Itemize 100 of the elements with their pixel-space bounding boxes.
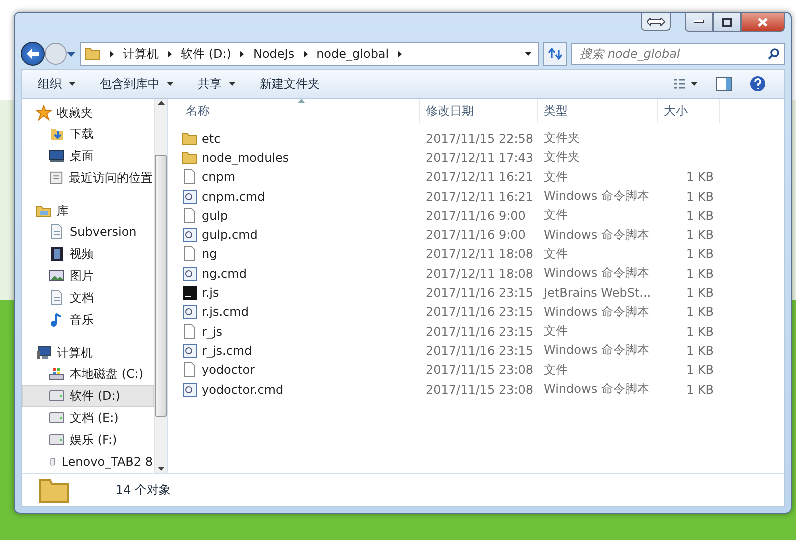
history-caret-icon[interactable] (67, 52, 76, 56)
snap-button[interactable] (641, 13, 671, 31)
preview-pane-icon[interactable] (716, 77, 732, 91)
file-name[interactable]: cnpm (180, 169, 420, 186)
size-cell-text: 1 KB (685, 208, 715, 223)
chevron-icon[interactable] (168, 50, 172, 58)
maximize-button[interactable] (713, 13, 741, 32)
toolbar-button[interactable]: 组织 (30, 72, 84, 96)
size-cell-text: 1 KB (685, 324, 715, 339)
refresh-button[interactable] (543, 42, 567, 66)
file-name[interactable]: r_js (180, 324, 420, 340)
star-icon (36, 105, 52, 121)
toolbar-button[interactable]: 包含到库中 (92, 72, 182, 96)
file-name[interactable]: yodoctor (180, 362, 420, 378)
file-icon (182, 324, 198, 340)
toolbar-button[interactable]: 共享 (190, 72, 244, 96)
file-name[interactable]: node_modules (180, 150, 420, 166)
sort-arrow-icon (298, 99, 305, 103)
file-name[interactable]: yodoctor.cmd (180, 382, 420, 398)
scroll-down-icon[interactable] (158, 467, 164, 471)
size-cell-text: 1 KB (685, 247, 715, 262)
chevron-icon[interactable] (110, 50, 114, 58)
nav-item[interactable]: 最近访问的位置 (22, 167, 154, 189)
chevron-icon[interactable] (304, 50, 308, 58)
nav-item[interactable]: 软件 (D:) (22, 385, 154, 407)
computer-icon (36, 345, 52, 361)
breadcrumb[interactable]: NodeJs (253, 47, 295, 61)
file-name[interactable]: r.js.cmd (180, 304, 420, 320)
file-name[interactable]: ng (180, 246, 420, 262)
date-cell-text: 2017/11/15 23:08 (425, 363, 535, 378)
type-cell-text: 文件夹 (543, 149, 581, 166)
file-icon (182, 362, 198, 378)
size-cell-text: 1 KB (685, 344, 715, 358)
type-cell-text: 文件 (543, 207, 569, 224)
file-name[interactable]: r_js.cmd (180, 342, 420, 359)
date-cell-text: 2017/11/16 23:15 (425, 344, 535, 358)
date-cell-text: 2017/12/11 16:21 (425, 190, 535, 204)
script-file-icon (182, 227, 198, 244)
nav-item[interactable]: 文档 (22, 287, 154, 309)
nav-item[interactable]: 图片 (22, 265, 154, 287)
type-cell-text: 文件夹 (543, 130, 581, 148)
item-count: 14 个对象 (116, 482, 172, 498)
view-list-icon[interactable] (674, 79, 698, 89)
folder-icon (182, 150, 198, 166)
chevron-icon[interactable] (398, 50, 402, 58)
file-name[interactable]: gulp (180, 208, 420, 224)
type-cell-text: 文件 (543, 168, 569, 186)
breadcrumb[interactable]: 软件 (D:) (181, 46, 232, 62)
file-name[interactable]: gulp.cmd (180, 227, 420, 244)
refresh-arrows-icon (548, 48, 562, 60)
drive-icon (49, 410, 65, 426)
minimize-button[interactable] (685, 13, 713, 32)
close-icon (758, 18, 768, 26)
column-header[interactable]: 修改日期 (420, 99, 538, 123)
column-header[interactable]: 类型 (538, 99, 658, 123)
chevron-icon[interactable] (240, 50, 244, 58)
nav-group[interactable]: 库 (36, 201, 154, 221)
close-button[interactable] (741, 13, 785, 32)
breadcrumb[interactable]: 计算机 (123, 46, 159, 62)
nav-item[interactable]: 下载 (22, 123, 154, 145)
file-name[interactable]: etc (180, 130, 420, 147)
recent-places-icon (49, 170, 64, 186)
help-icon[interactable] (750, 76, 766, 92)
type-cell-text: Windows 命令脚本 (543, 265, 650, 282)
type-cell-text: 文件 (543, 362, 569, 379)
file-name[interactable]: cnpm.cmd (180, 188, 420, 205)
search-field[interactable]: 搜索 node_global (571, 43, 785, 65)
film-icon (49, 246, 65, 262)
nav-group[interactable]: 收藏夹 (36, 103, 154, 123)
nav-item[interactable]: 视频 (22, 243, 154, 265)
file-name[interactable]: ng.cmd (180, 266, 420, 282)
date-cell-text: 2017/11/16 23:15 (425, 305, 535, 320)
size-cell-text: 1 KB (685, 266, 715, 281)
file-icon (182, 208, 198, 224)
toolbar-button[interactable]: 新建文件夹 (252, 72, 328, 96)
dropdown-caret-icon[interactable] (525, 52, 532, 56)
nav-group[interactable]: 计算机 (36, 343, 154, 363)
drive-icon (49, 388, 65, 404)
scroll-up-icon[interactable] (158, 101, 164, 105)
nav-item[interactable]: 娱乐 (F:) (22, 429, 154, 451)
column-header[interactable]: 大小 (658, 99, 720, 123)
scrollbar[interactable] (154, 99, 167, 473)
size-cell-text: 1 KB (685, 170, 715, 184)
date-cell-text: 2017/12/11 18:08 (425, 266, 535, 281)
address-bar[interactable]: 计算机 软件 (D:) NodeJs node_global (80, 42, 539, 66)
file-icon (182, 246, 198, 262)
nav-item[interactable]: 音乐 (22, 309, 154, 331)
nav-item[interactable]: 本地磁盘 (C:) (22, 363, 154, 385)
back-button[interactable] (21, 42, 45, 66)
system-drive-icon (49, 366, 65, 382)
nav-item[interactable]: 桌面 (22, 145, 154, 167)
nav-item[interactable]: Subversion (22, 221, 154, 243)
download-folder-icon (49, 126, 65, 142)
file-name[interactable]: r.js (180, 285, 420, 302)
nav-item[interactable]: Lenovo_TAB2 8 (22, 451, 154, 473)
file-icon (182, 169, 198, 186)
breadcrumb[interactable]: node_global (316, 47, 390, 61)
nav-item[interactable]: 文档 (E:) (22, 407, 154, 429)
caret-icon (167, 82, 174, 86)
type-cell-text: Windows 命令脚本 (543, 304, 650, 321)
